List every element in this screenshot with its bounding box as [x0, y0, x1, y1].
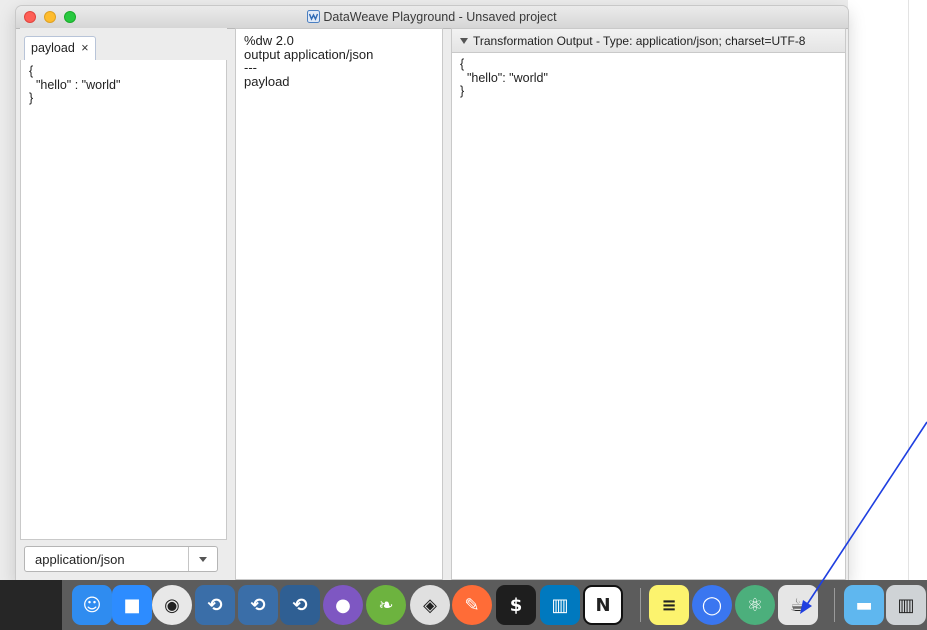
payload-line-2: "hello" : "world": [29, 77, 121, 92]
window-title-text: DataWeave Playground - Unsaved project: [323, 10, 557, 24]
finder-icon[interactable]: ☺: [72, 585, 112, 625]
notes-icon[interactable]: ≡: [649, 585, 689, 625]
output-viewer[interactable]: { "hello": "world" }: [452, 53, 845, 579]
output-code: { "hello": "world" }: [452, 53, 845, 104]
mime-type-select[interactable]: application/json: [24, 546, 218, 572]
payload-editor[interactable]: { "hello" : "world" }: [20, 60, 227, 540]
postman-icon[interactable]: ✎: [452, 585, 492, 625]
background-divider: [908, 0, 909, 580]
output-line-1: {: [460, 57, 465, 71]
output-line-3: }: [460, 84, 465, 98]
output-header-label: Transformation Output - Type: applicatio…: [473, 34, 806, 48]
background-document: [848, 0, 927, 580]
tab-payload-label: payload: [31, 41, 75, 55]
atom-icon[interactable]: ⚛: [735, 585, 775, 625]
app-window: DataWeave Playground - Unsaved project p…: [16, 6, 848, 580]
java-icon[interactable]: ☕: [778, 585, 818, 625]
mime-type-value: application/json: [35, 552, 125, 567]
script-code: %dw 2.0 output application/json --- payl…: [236, 29, 442, 93]
input-tab-bar: payload ×: [20, 28, 227, 61]
signal-icon[interactable]: ◯: [692, 585, 732, 625]
dock-separator: [834, 588, 835, 622]
script-line-4: payload: [244, 73, 290, 89]
github-desktop-icon[interactable]: ●: [323, 585, 363, 625]
window-title: DataWeave Playground - Unsaved project: [16, 10, 848, 24]
title-bar: DataWeave Playground - Unsaved project: [16, 6, 848, 29]
output-panel: Transformation Output - Type: applicatio…: [451, 28, 846, 580]
collapse-triangle-icon[interactable]: [460, 38, 468, 44]
zoom-icon[interactable]: ■: [112, 585, 152, 625]
dock-separator: [640, 588, 641, 622]
spring-tools-icon[interactable]: ❧: [366, 585, 406, 625]
anypoint-studio-2-icon[interactable]: ⟲: [238, 585, 278, 625]
dropdown-button[interactable]: [188, 547, 217, 571]
folder-icon[interactable]: ▬: [844, 585, 884, 625]
tab-close-icon[interactable]: ×: [81, 41, 88, 55]
anypoint-studio-icon[interactable]: ⟲: [195, 585, 235, 625]
trash-icon[interactable]: ▥: [886, 585, 926, 625]
chevron-down-icon: [199, 557, 207, 562]
output-header[interactable]: Transformation Output - Type: applicatio…: [452, 29, 845, 53]
anypoint-studio-3-icon[interactable]: ⟲: [280, 585, 320, 625]
tab-payload[interactable]: payload ×: [24, 36, 96, 60]
script-line-2: output application/json: [244, 46, 374, 62]
payload-line-3: }: [29, 91, 34, 105]
output-line-2: "hello": "world": [460, 70, 548, 85]
trello-icon[interactable]: ▥: [540, 585, 580, 625]
terminal-icon[interactable]: $: [496, 585, 536, 625]
sourcetree-icon[interactable]: ◈: [410, 585, 450, 625]
dataweave-logo-icon: [307, 10, 321, 23]
script-editor[interactable]: %dw 2.0 output application/json --- payl…: [235, 28, 443, 580]
input-panel: payload × { "hello" : "world" } applicat…: [20, 28, 227, 580]
chrome-icon[interactable]: ◉: [152, 585, 192, 625]
notion-icon[interactable]: N: [583, 585, 623, 625]
payload-line-1: {: [29, 64, 34, 78]
payload-code: { "hello" : "world" }: [21, 60, 226, 111]
